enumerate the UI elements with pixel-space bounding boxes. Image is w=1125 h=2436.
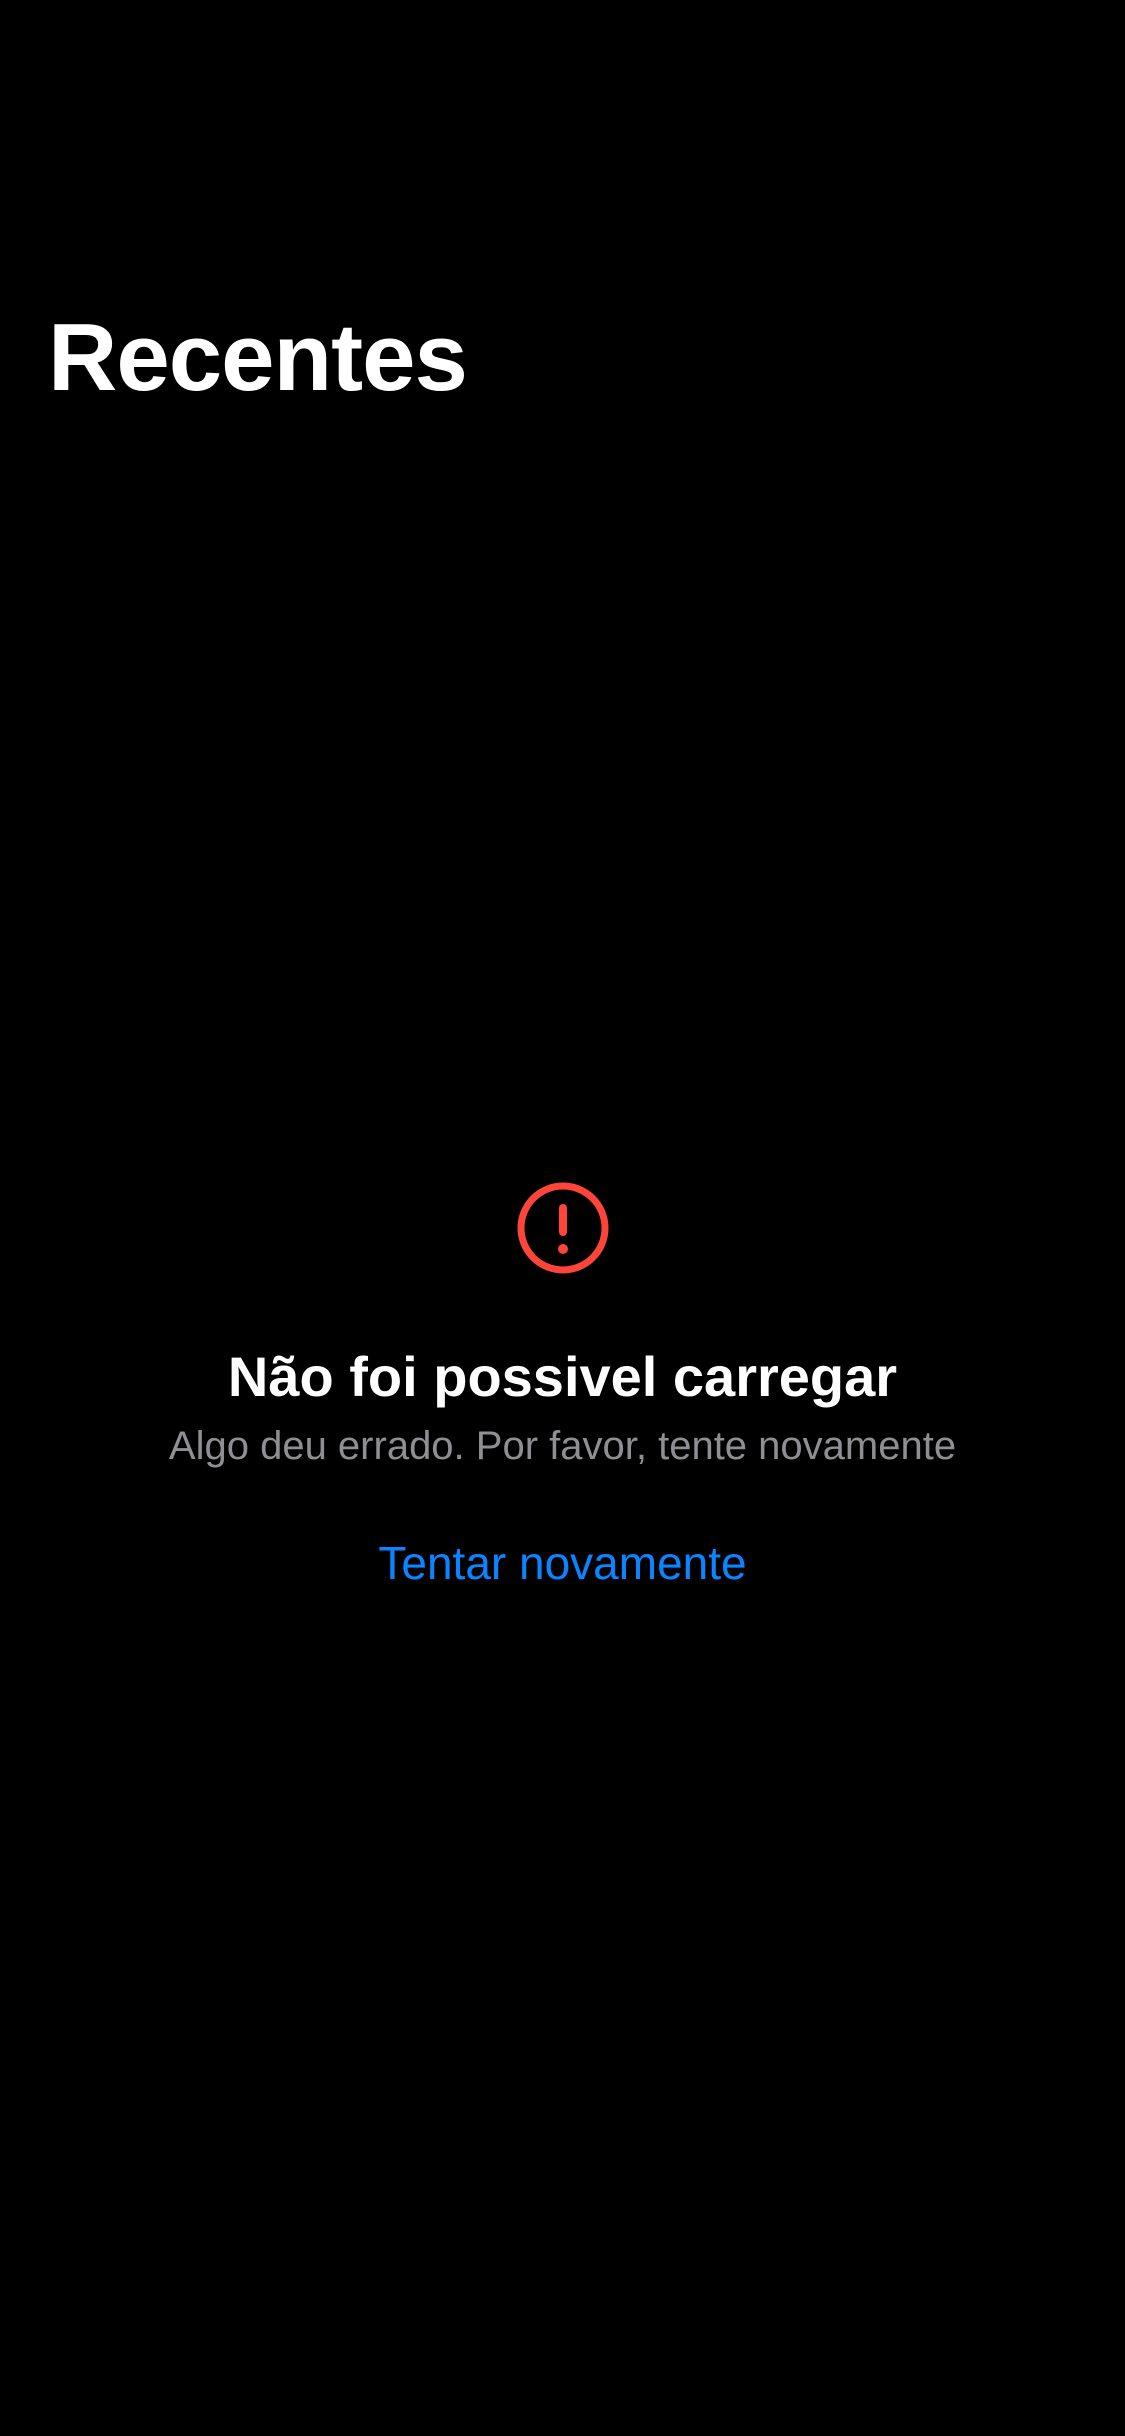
error-state: Não foi possivel carregar Algo deu errad… [0,1180,1125,1598]
retry-button[interactable]: Tentar novamente [358,1528,766,1598]
page-title: Recentes [48,304,468,411]
error-message: Algo deu errado. Por favor, tente novame… [168,1423,957,1468]
exclamation-circle-icon [517,1182,608,1274]
error-title: Não foi possivel carregar [227,1345,898,1408]
